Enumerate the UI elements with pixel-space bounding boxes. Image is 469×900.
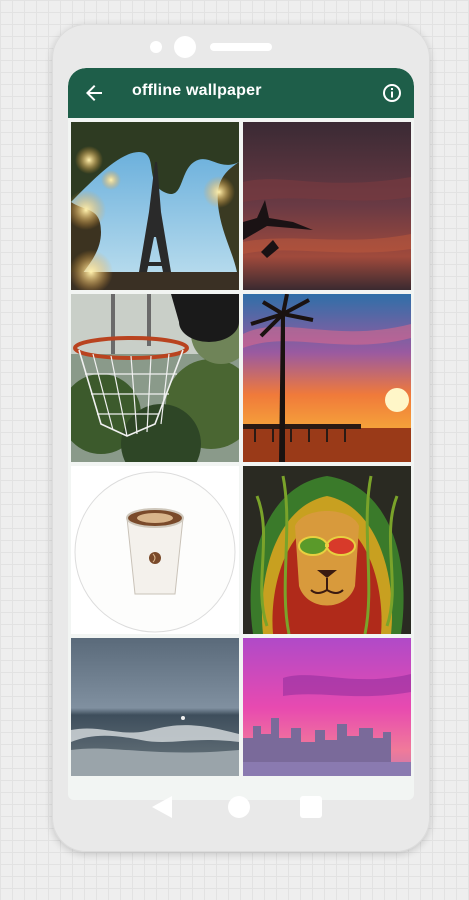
page-title: offline wallpaper	[132, 82, 262, 99]
front-camera	[174, 36, 196, 58]
wallpaper-thumbnail-coffee-cup[interactable]	[71, 466, 239, 634]
arrow-left-icon[interactable]	[82, 81, 106, 105]
earpiece-speaker	[210, 43, 272, 51]
info-circle-icon[interactable]	[382, 83, 402, 103]
triangle-back-icon[interactable]	[152, 796, 172, 818]
wallpaper-grid	[71, 122, 411, 776]
wallpaper-thumbnail-palm-sunset[interactable]	[243, 294, 411, 462]
app-bar: offline wallpaper	[68, 68, 414, 118]
wallpaper-thumbnail-rasta-lion[interactable]	[243, 466, 411, 634]
app-screen: offline wallpaper	[68, 68, 414, 800]
circle-home-icon[interactable]	[228, 796, 250, 818]
wallpaper-thumbnail-basketball-hoop[interactable]	[71, 294, 239, 462]
wallpaper-thumbnail-pink-city[interactable]	[243, 638, 411, 776]
square-recents-icon[interactable]	[300, 796, 322, 818]
wallpaper-thumbnail-eiffel-tower[interactable]	[71, 122, 239, 290]
phone-frame: offline wallpaper	[52, 24, 430, 852]
front-sensor	[150, 41, 162, 53]
system-nav-bar	[52, 782, 430, 832]
wallpaper-thumbnail-sea-waves[interactable]	[71, 638, 239, 776]
wallpaper-thumbnail-dusk-sky[interactable]	[243, 122, 411, 290]
